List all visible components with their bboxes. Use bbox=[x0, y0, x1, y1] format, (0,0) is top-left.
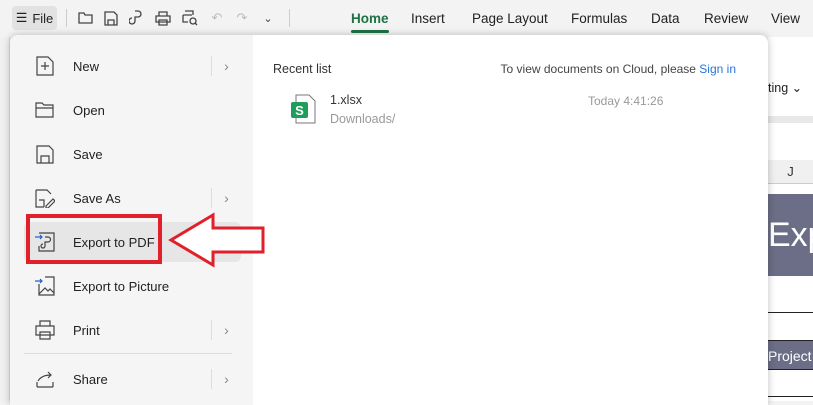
chevron-right-icon[interactable]: › bbox=[211, 188, 241, 208]
ribbon-formatting-label[interactable]: ting ⌄ bbox=[768, 80, 802, 95]
menu-item-label: Open bbox=[73, 102, 105, 118]
redo-icon[interactable]: ↷ bbox=[232, 8, 252, 28]
tab-view[interactable]: View bbox=[771, 11, 800, 26]
menu-item-open[interactable]: Open bbox=[24, 90, 241, 130]
cloud-notice-text: To view documents on Cloud, please bbox=[500, 62, 700, 76]
menu-item-label: Share bbox=[73, 371, 108, 387]
save-icon bbox=[34, 143, 56, 165]
tab-insert[interactable]: Insert bbox=[411, 11, 445, 26]
sheet-title-cell[interactable]: Exp bbox=[768, 194, 813, 276]
open-icon[interactable] bbox=[76, 8, 96, 28]
menu-item-print[interactable]: Print › bbox=[24, 310, 241, 350]
file-label: File bbox=[32, 10, 54, 26]
recent-list-title: Recent list bbox=[273, 62, 332, 76]
highlight-box-annotation bbox=[26, 214, 162, 264]
file-name: 1.xlsx bbox=[330, 93, 362, 107]
ribbon-divider bbox=[768, 116, 813, 123]
folder-icon bbox=[34, 99, 56, 121]
quick-access-toolbar: ☰ File ↶ ↷ ⌄ Home Insert Page Layout For… bbox=[0, 0, 813, 37]
save-icon[interactable] bbox=[101, 8, 121, 28]
chevron-right-icon[interactable]: › bbox=[211, 320, 241, 340]
print-preview-icon[interactable] bbox=[180, 8, 200, 28]
file-time: Today 4:41:26 bbox=[588, 94, 664, 108]
arrow-annotation-icon bbox=[168, 212, 265, 268]
cell-border bbox=[768, 312, 813, 313]
divider bbox=[66, 9, 67, 27]
cloud-notice: To view documents on Cloud, please Sign … bbox=[501, 62, 736, 76]
recent-file-item[interactable]: S 1.xlsx Downloads/ Today 4:41:26 bbox=[291, 90, 711, 130]
menu-item-share[interactable]: Share › bbox=[24, 359, 241, 399]
menu-item-new[interactable]: New › bbox=[24, 46, 241, 86]
menu-item-label: Save bbox=[73, 146, 103, 162]
tab-home[interactable]: Home bbox=[351, 11, 389, 33]
tab-formulas[interactable]: Formulas bbox=[571, 11, 627, 26]
menu-item-label: Save As bbox=[73, 190, 121, 206]
file-menu-button[interactable]: ☰ File bbox=[12, 6, 57, 30]
tab-data[interactable]: Data bbox=[651, 11, 680, 26]
menu-item-export-picture[interactable]: Export to Picture bbox=[24, 266, 241, 306]
export-pdf-icon[interactable] bbox=[126, 8, 146, 28]
hamburger-icon: ☰ bbox=[15, 10, 28, 25]
tab-review[interactable]: Review bbox=[704, 11, 748, 26]
sign-in-link[interactable]: Sign in bbox=[699, 62, 736, 76]
sheet-background bbox=[0, 37, 10, 401]
file-path: Downloads/ bbox=[330, 112, 396, 126]
share-icon bbox=[34, 368, 56, 390]
print-icon[interactable] bbox=[153, 8, 173, 28]
save-as-icon bbox=[34, 187, 56, 209]
menu-divider bbox=[24, 353, 232, 354]
menu-item-save[interactable]: Save bbox=[24, 134, 241, 174]
sheet-header-cell[interactable]: Project bbox=[768, 340, 813, 370]
tab-page-layout[interactable]: Page Layout bbox=[472, 11, 548, 26]
new-file-icon bbox=[34, 55, 56, 77]
recent-panel: Recent list To view documents on Cloud, … bbox=[253, 35, 768, 405]
export-picture-icon bbox=[34, 275, 56, 297]
divider bbox=[289, 9, 290, 27]
menu-item-label: New bbox=[73, 58, 100, 74]
undo-icon[interactable]: ↶ bbox=[207, 8, 227, 28]
chevron-right-icon[interactable]: › bbox=[211, 56, 241, 76]
chevron-down-icon[interactable]: ⌄ bbox=[258, 8, 278, 28]
svg-text:S: S bbox=[295, 103, 304, 118]
menu-item-label: Print bbox=[73, 322, 100, 338]
menu-item-label: Export to Picture bbox=[73, 278, 170, 294]
spreadsheet-file-icon: S bbox=[291, 94, 317, 124]
cell-border bbox=[768, 396, 813, 397]
chevron-right-icon[interactable]: › bbox=[211, 369, 241, 389]
print-icon bbox=[34, 319, 56, 341]
column-header-j[interactable]: J bbox=[768, 160, 813, 184]
